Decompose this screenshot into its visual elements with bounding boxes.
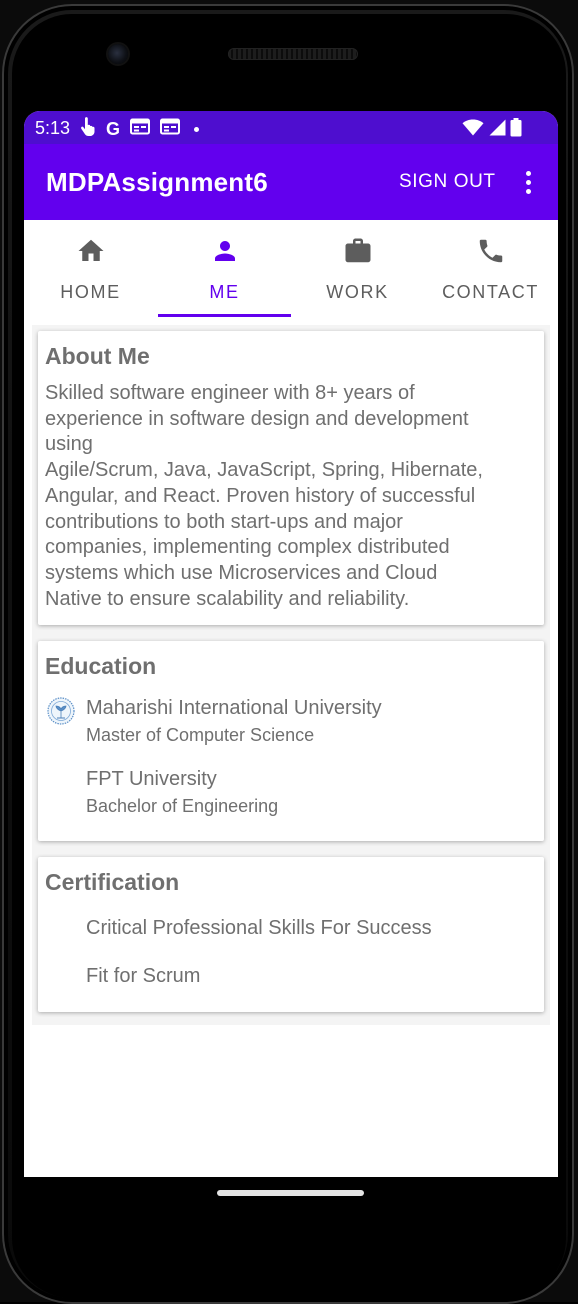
tab-contact[interactable]: CONTACT xyxy=(424,220,557,318)
education-card: Education Maharishi International Univer… xyxy=(38,641,544,841)
tab-label: WORK xyxy=(326,282,389,302)
about-line: using xyxy=(45,433,93,456)
wifi-icon xyxy=(462,119,484,141)
touch-icon xyxy=(80,117,96,141)
tab-me[interactable]: ME xyxy=(158,220,291,318)
notification-dot-icon xyxy=(194,126,200,132)
degree-name: Master of Computer Science xyxy=(86,725,315,745)
person-icon xyxy=(210,236,240,266)
card-title: Certification xyxy=(45,869,180,895)
phone-device: 5:13 G MDPAssignment6 SIGN OUT HOME ME W… xyxy=(0,0,578,1304)
about-line: companies, implementing complex distribu… xyxy=(45,536,450,559)
about-line: experience in software design and develo… xyxy=(45,407,469,430)
calendar-icon xyxy=(160,118,181,140)
tab-work[interactable]: WORK xyxy=(291,220,424,318)
app-bar: MDPAssignment6 SIGN OUT xyxy=(24,144,558,220)
card-title: Education xyxy=(45,653,157,679)
about-line: Native to ensure scalability and reliabi… xyxy=(45,587,410,610)
certification-item: Fit for Scrum xyxy=(86,965,201,987)
about-me-card: About Me Skilled software engineer with … xyxy=(38,331,544,625)
cell-signal-icon xyxy=(488,119,506,141)
about-line: Angular, and React. Proven history of su… xyxy=(45,484,476,507)
certification-item: Critical Professional Skills For Success xyxy=(86,917,432,939)
phone-icon xyxy=(476,236,506,266)
about-line: Agile/Scrum, Java, JavaScript, Spring, H… xyxy=(45,459,483,482)
calendar-icon xyxy=(130,118,151,140)
tab-label: ME xyxy=(209,282,240,302)
earpiece-speaker xyxy=(228,48,358,60)
education-item: FPT University Bachelor of Engineering xyxy=(86,768,278,817)
me-content: About Me Skilled software engineer with … xyxy=(32,325,550,1025)
home-icon xyxy=(76,236,106,266)
status-system-icons xyxy=(462,118,522,142)
app-title: MDPAssignment6 xyxy=(46,167,268,197)
about-line: systems which use Microservices and Clou… xyxy=(45,561,438,584)
tab-label: HOME xyxy=(60,282,121,302)
tab-label: CONTACT xyxy=(442,282,539,302)
education-item: Maharishi International University Maste… xyxy=(86,697,382,746)
more-vert-icon[interactable] xyxy=(520,168,538,198)
university-logo-icon xyxy=(47,697,75,725)
card-title: About Me xyxy=(45,343,150,369)
status-time: 5:13 xyxy=(35,118,71,138)
tab-bar: HOME ME WORK CONTACT xyxy=(24,220,558,318)
school-name: FPT University xyxy=(86,768,217,790)
about-me-text: Skilled software engineer with 8+ years … xyxy=(45,381,545,612)
gesture-nav-handle[interactable] xyxy=(217,1190,364,1196)
school-name: Maharishi International University xyxy=(86,697,382,719)
certification-card: Certification Critical Professional Skil… xyxy=(38,857,544,1012)
app-screen: 5:13 G MDPAssignment6 SIGN OUT HOME ME W… xyxy=(24,111,558,1177)
tab-home[interactable]: HOME xyxy=(24,220,157,318)
work-icon xyxy=(343,236,373,266)
about-line: contributions to both start-ups and majo… xyxy=(45,510,403,533)
degree-name: Bachelor of Engineering xyxy=(86,796,279,816)
google-icon: G xyxy=(106,119,121,139)
sign-out-button[interactable]: SIGN OUT xyxy=(399,171,496,193)
about-line: Skilled software engineer with 8+ years … xyxy=(45,382,415,404)
battery-icon xyxy=(510,118,522,142)
status-notification-icons: G xyxy=(80,117,200,141)
front-camera xyxy=(108,44,128,64)
status-bar: 5:13 G xyxy=(24,111,558,144)
tab-indicator xyxy=(158,314,291,317)
